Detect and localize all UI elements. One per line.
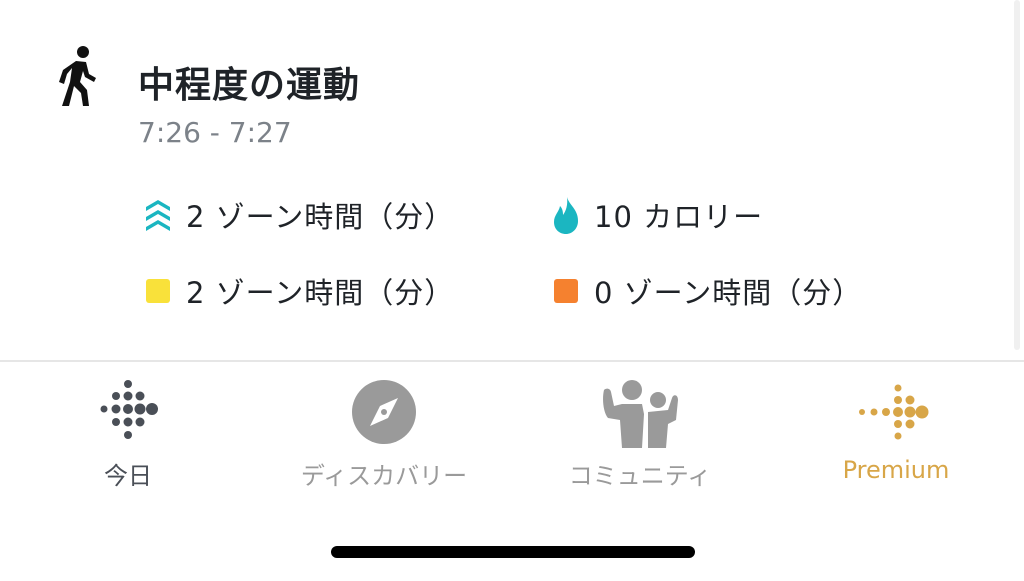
zone-chevrons-icon [140, 195, 176, 235]
stat-label: 0 ゾーン時間（分） [594, 276, 863, 310]
tab-today[interactable]: 今日 [0, 362, 256, 502]
stat-label: 2 ゾーン時間（分） [186, 200, 455, 234]
tab-community[interactable]: コミュニティ [512, 362, 768, 502]
activity-card[interactable]: 中程度の運動 7:26 - 7:27 2 ゾーン時間（分） 10 カロリー 2 … [0, 0, 1024, 360]
tab-premium[interactable]: Premium [768, 362, 1024, 502]
compass-icon [352, 380, 416, 444]
yellow-zone-icon [140, 271, 176, 311]
stat-fat-burn-zone: 2 ゾーン時間（分） [140, 270, 454, 312]
tab-label: ディスカバリー [300, 462, 468, 490]
flame-icon [548, 195, 584, 235]
tab-bar: 今日 ディスカバリー コミュニティ Premium [0, 362, 1024, 502]
orange-zone-icon [548, 271, 584, 311]
tab-label: Premium [842, 456, 950, 484]
tab-label: コミュニティ [568, 462, 712, 490]
fitbit-dots-icon [100, 380, 158, 439]
community-people-icon [603, 380, 678, 448]
screen: 中程度の運動 7:26 - 7:27 2 ゾーン時間（分） 10 カロリー 2 … [0, 0, 1024, 581]
activity-title: 中程度の運動 [138, 65, 361, 106]
stat-label: 10 カロリー [594, 200, 764, 234]
stat-label: 2 ゾーン時間（分） [186, 276, 455, 310]
tab-discover[interactable]: ディスカバリー [256, 362, 512, 502]
scroll-indicator [1014, 0, 1020, 350]
activity-time-range: 7:26 - 7:27 [138, 116, 292, 149]
stat-cardio-zone: 0 ゾーン時間（分） [548, 270, 862, 312]
walking-person-icon [59, 46, 96, 106]
premium-dots-icon [859, 384, 929, 440]
stat-zone-minutes-total: 2 ゾーン時間（分） [140, 194, 454, 236]
home-indicator[interactable] [331, 546, 695, 558]
tab-label: 今日 [104, 462, 152, 490]
stat-calories: 10 カロリー [548, 194, 763, 236]
